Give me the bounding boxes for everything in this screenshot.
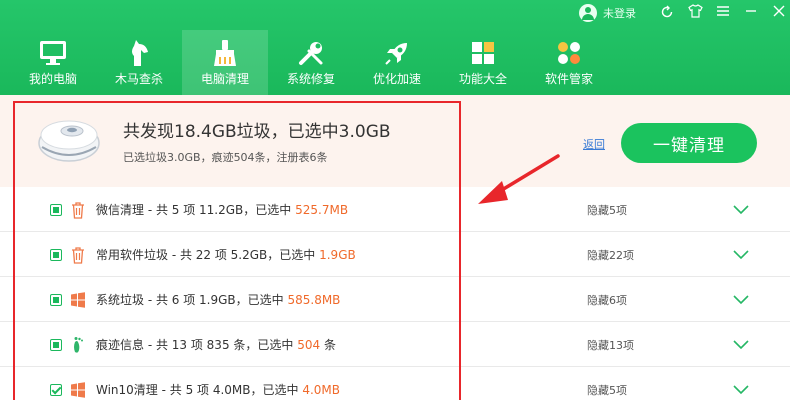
chevron-down-icon[interactable]	[733, 200, 749, 219]
nav-label: 功能大全	[458, 72, 507, 86]
broom-icon	[211, 38, 239, 68]
hidden-count[interactable]: 隐藏13项	[587, 337, 634, 353]
scan-result-detail: 已选垃圾3.0GB，痕迹504条，注册表6条	[123, 151, 328, 164]
row-description: 痕迹信息 - 共 13 项 835 条，已选中 504 条	[96, 338, 336, 352]
row-checkbox[interactable]	[50, 249, 62, 261]
apps-icon	[556, 38, 582, 68]
selected-size: 585.8MB	[287, 293, 341, 307]
nav-pc-clean[interactable]: 电脑清理	[182, 30, 268, 95]
clean-category-list: 微信清理 - 共 5 项 11.2GB，已选中 525.7MB 隐藏5项 常用软…	[0, 187, 790, 400]
nav-label: 软件管家	[544, 72, 593, 86]
row-description: 常用软件垃圾 - 共 22 项 5.2GB，已选中 1.9GB	[96, 248, 356, 262]
main-nav: 我的电脑 木马查杀 电脑清理 系统修复 优化加速 功能大全 软件管家	[10, 30, 612, 95]
selected-count: 504	[297, 338, 321, 352]
list-item[interactable]: 系统垃圾 - 共 6 项 1.9GB，已选中 585.8MB 隐藏6项	[0, 277, 790, 322]
row-description: 微信清理 - 共 5 项 11.2GB，已选中 525.7MB	[96, 203, 349, 217]
selected-size: 1.9GB	[319, 248, 356, 262]
title-bar: 未登录	[579, 0, 790, 26]
row-description: Win10清理 - 共 5 项 4.0MB，已选中 4.0MB	[96, 383, 341, 397]
selected-size: 525.7MB	[295, 203, 349, 217]
list-item[interactable]: Win10清理 - 共 5 项 4.0MB，已选中 4.0MB 隐藏5项	[0, 367, 790, 400]
nav-label: 系统修复	[286, 72, 335, 86]
nav-trojan-scan[interactable]: 木马查杀	[96, 30, 182, 95]
chevron-down-icon[interactable]	[733, 290, 749, 309]
login-status[interactable]: 未登录	[603, 5, 636, 21]
nav-system-repair[interactable]: 系统修复	[268, 30, 354, 95]
trash-icon	[70, 201, 86, 219]
hidden-count[interactable]: 隐藏22项	[587, 247, 634, 263]
trash-icon	[70, 246, 86, 264]
row-checkbox[interactable]	[50, 204, 62, 216]
chevron-down-icon[interactable]	[733, 335, 749, 354]
user-avatar-icon[interactable]	[579, 4, 597, 22]
list-item[interactable]: 微信清理 - 共 5 项 11.2GB，已选中 525.7MB 隐藏5项	[0, 187, 790, 232]
robot-vacuum-icon	[36, 113, 102, 169]
nav-optimize[interactable]: 优化加速	[354, 30, 440, 95]
scan-summary-panel: 共发现18.4GB垃圾，已选中3.0GB 已选垃圾3.0GB，痕迹504条，注册…	[0, 95, 790, 187]
selected-size: 4.0MB	[302, 383, 341, 397]
windows-icon	[70, 381, 86, 399]
nav-features[interactable]: 功能大全	[440, 30, 526, 95]
minimize-icon[interactable]	[740, 5, 762, 21]
grid-icon	[470, 38, 496, 68]
wrench-icon	[297, 38, 325, 68]
menu-icon[interactable]	[712, 5, 734, 21]
monitor-icon	[38, 38, 68, 68]
chevron-down-icon[interactable]	[733, 245, 749, 264]
list-item[interactable]: 痕迹信息 - 共 13 项 835 条，已选中 504 条 隐藏13项	[0, 322, 790, 367]
list-item[interactable]: 常用软件垃圾 - 共 22 项 5.2GB，已选中 1.9GB 隐藏22项	[0, 232, 790, 277]
nav-software-manager[interactable]: 软件管家	[526, 30, 612, 95]
rocket-icon	[383, 38, 411, 68]
hidden-count[interactable]: 隐藏5项	[587, 202, 627, 218]
nav-label: 优化加速	[372, 72, 421, 86]
top-header: 未登录 我的电脑 木马查杀 电脑清理 系统修复 优化加速 功能大全 软件管家	[0, 0, 790, 95]
row-checkbox[interactable]	[50, 294, 62, 306]
scan-result-title: 共发现18.4GB垃圾，已选中3.0GB	[123, 122, 391, 142]
back-link[interactable]: 返回	[583, 136, 605, 152]
nav-label: 我的电脑	[28, 72, 77, 86]
row-description: 系统垃圾 - 共 6 项 1.9GB，已选中 585.8MB	[96, 293, 341, 307]
close-icon[interactable]	[768, 5, 790, 21]
nav-my-computer[interactable]: 我的电脑	[10, 30, 96, 95]
row-checkbox[interactable]	[50, 384, 62, 396]
nav-label: 电脑清理	[200, 72, 249, 86]
nav-label: 木马查杀	[114, 72, 163, 86]
row-checkbox[interactable]	[50, 339, 62, 351]
skin-icon[interactable]	[684, 4, 706, 22]
one-click-clean-button[interactable]: 一键清理	[621, 123, 757, 163]
hidden-count[interactable]: 隐藏5项	[587, 382, 627, 398]
horse-icon	[126, 38, 152, 68]
chevron-down-icon[interactable]	[733, 380, 749, 399]
footprint-icon	[70, 336, 86, 354]
refresh-icon[interactable]	[656, 4, 678, 22]
windows-icon	[70, 291, 86, 309]
hidden-count[interactable]: 隐藏6项	[587, 292, 627, 308]
